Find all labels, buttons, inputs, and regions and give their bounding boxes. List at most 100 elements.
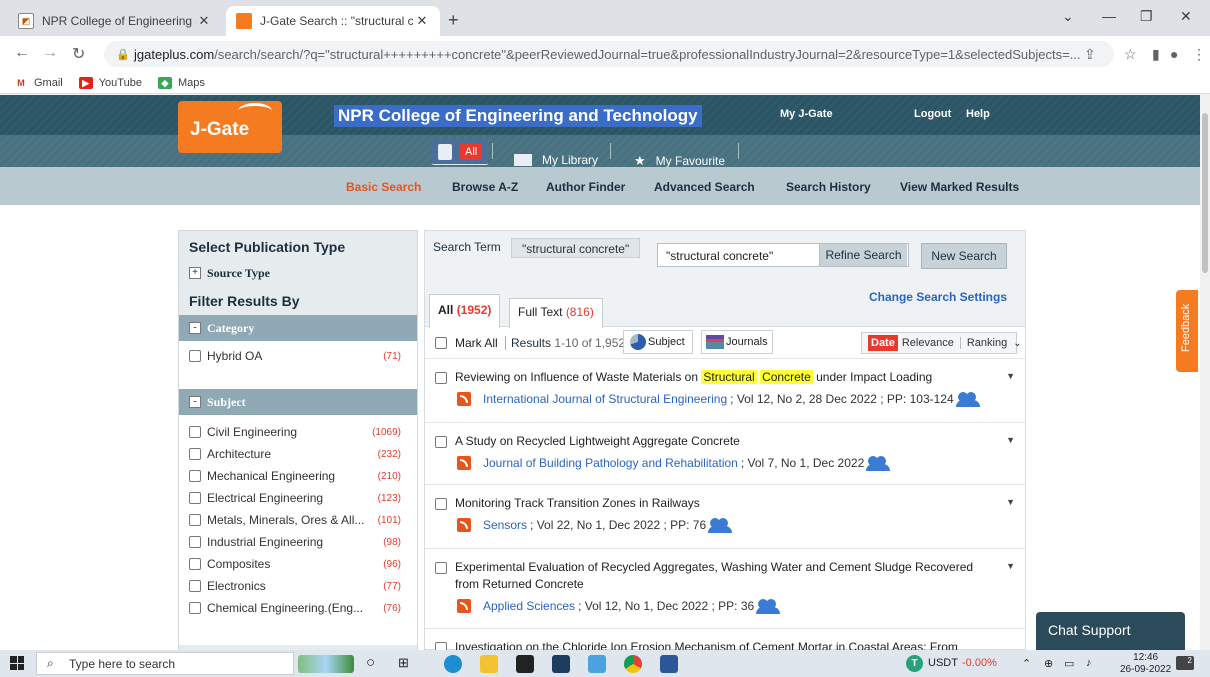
bookmark-star-icon[interactable]: ☆ — [1124, 46, 1137, 63]
store-icon[interactable] — [516, 655, 534, 673]
checkbox[interactable] — [189, 350, 201, 362]
rss-icon[interactable] — [457, 518, 471, 532]
expand-caret-icon[interactable]: ▼ — [1006, 497, 1015, 507]
browse-az-link[interactable]: Browse A-Z — [452, 180, 518, 194]
result-checkbox[interactable] — [435, 436, 447, 448]
authors-icon[interactable] — [955, 392, 980, 407]
result-checkbox[interactable] — [435, 562, 447, 574]
help-link[interactable]: Help — [966, 108, 990, 120]
bookmark-youtube[interactable]: ▶ YouTube — [78, 76, 142, 89]
share-icon[interactable]: ⇪ — [1084, 46, 1096, 63]
edge-icon[interactable] — [444, 655, 462, 673]
change-search-settings-link[interactable]: Change Search Settings — [869, 290, 1007, 304]
file-explorer-icon[interactable] — [480, 655, 498, 673]
checkbox[interactable] — [189, 492, 201, 504]
result-title[interactable]: Reviewing on Influence of Waste Material… — [455, 369, 932, 386]
advanced-search-link[interactable]: Advanced Search — [654, 180, 755, 194]
checkbox[interactable] — [189, 426, 201, 438]
expand-caret-icon[interactable]: ▼ — [1006, 435, 1015, 445]
menu-icon[interactable]: ⋮ — [1192, 46, 1206, 63]
result-title[interactable]: Experimental Evaluation of Recycled Aggr… — [455, 559, 995, 593]
word-icon[interactable] — [660, 655, 678, 673]
sort-selector[interactable]: Date Relevance Ranking ⌄ — [861, 332, 1022, 354]
view-marked-results-link[interactable]: View Marked Results — [900, 180, 1019, 194]
subject-item[interactable]: Metals, Minerals, Ores & All... (101) — [179, 509, 417, 531]
back-icon[interactable]: ← — [14, 44, 30, 62]
rss-icon[interactable] — [457, 456, 471, 470]
tray-chevron-icon[interactable]: ⌃ — [1022, 657, 1031, 670]
reload-icon[interactable]: ↻ — [72, 44, 85, 64]
checkbox[interactable] — [189, 470, 201, 482]
taskbar-clock[interactable]: 12:46 26-09-2022 — [1120, 652, 1171, 676]
checkbox[interactable] — [189, 580, 201, 592]
bookmark-gmail[interactable]: M Gmail — [14, 76, 63, 89]
forward-icon[interactable]: → — [42, 44, 58, 62]
basic-search-link[interactable]: Basic Search — [346, 180, 421, 194]
journals-chart-button[interactable]: Journals — [701, 330, 773, 354]
expand-caret-icon[interactable]: ▼ — [1006, 371, 1015, 381]
network-icon[interactable]: ⊕ — [1044, 657, 1053, 670]
notification-icon[interactable]: 2 — [1176, 656, 1194, 670]
result-checkbox[interactable] — [435, 372, 447, 384]
jgate-logo[interactable]: J-Gate — [178, 101, 282, 153]
subject-item[interactable]: Composites (96) — [179, 553, 417, 575]
volume-icon[interactable]: ♪ — [1086, 657, 1092, 669]
new-tab-button[interactable]: + — [448, 10, 459, 31]
checkbox[interactable] — [189, 602, 201, 614]
refine-search-button[interactable]: Refine Search — [819, 244, 907, 266]
subject-item[interactable]: Industrial Engineering (98) — [179, 531, 417, 553]
cortana-icon[interactable]: ○ — [366, 654, 384, 672]
mail-icon[interactable] — [552, 655, 570, 673]
rss-icon[interactable] — [457, 599, 471, 613]
tab-full-text[interactable]: Full Text (816) — [509, 298, 603, 328]
subject-toggle[interactable]: - Subject — [179, 389, 417, 415]
scrollbar-thumb[interactable] — [1202, 113, 1208, 273]
expand-caret-icon[interactable]: ▼ — [1006, 561, 1015, 571]
chevron-down-icon[interactable]: ⌄ — [1013, 338, 1021, 349]
mark-all-checkbox[interactable] — [435, 337, 447, 349]
feedback-tab[interactable]: Feedback — [1176, 290, 1198, 372]
new-search-button[interactable]: New Search — [921, 243, 1007, 269]
my-jgate-link[interactable]: My J-Gate — [780, 108, 833, 120]
close-tab-icon[interactable]: ✕ — [414, 13, 430, 29]
authors-icon[interactable] — [756, 599, 781, 614]
source-type-toggle[interactable]: + Source Type — [179, 259, 417, 283]
browser-tab-jgate[interactable]: J-Gate Search :: "structural concr ✕ — [226, 6, 440, 36]
bookmark-maps[interactable]: ◆ Maps — [157, 76, 205, 89]
sort-relevance-option[interactable]: Relevance — [902, 337, 961, 349]
profile-icon[interactable]: ● — [1170, 46, 1178, 62]
url-field[interactable]: 🔒 jgateplus.com /search/search/?q="struc… — [104, 41, 1114, 67]
result-title[interactable]: Monitoring Track Transition Zones in Rai… — [455, 495, 700, 512]
journal-link[interactable]: Journal of Building Pathology and Rehabi… — [483, 456, 738, 470]
authors-icon[interactable] — [866, 456, 891, 471]
result-checkbox[interactable] — [435, 642, 447, 650]
subject-item[interactable]: Mechanical Engineering (210) — [179, 465, 417, 487]
browser-tab-npr[interactable]: ◩ NPR College of Engineering & Te ✕ — [8, 6, 222, 36]
checkbox[interactable] — [189, 514, 201, 526]
checkbox[interactable] — [189, 558, 201, 570]
subject-item[interactable]: Chemical Engineering.(Eng... (76) — [179, 597, 417, 619]
chrome-icon[interactable] — [624, 655, 642, 673]
restore-button[interactable]: ❐ — [1140, 8, 1153, 25]
taskbar-search-box[interactable]: ⌕ Type here to search — [36, 652, 294, 675]
chat-support-button[interactable]: Chat Support — [1036, 612, 1185, 650]
author-finder-link[interactable]: Author Finder — [546, 180, 625, 194]
side-panel-icon[interactable]: ▮ — [1152, 46, 1160, 63]
task-view-icon[interactable]: ⊞ — [398, 655, 416, 673]
result-title[interactable]: Investigation on the Chloride Ion Erosio… — [455, 639, 958, 650]
search-history-link[interactable]: Search History — [786, 180, 871, 194]
journal-link[interactable]: Sensors — [483, 518, 527, 532]
nav-all[interactable]: All — [432, 139, 489, 165]
sort-date-option[interactable]: Date — [868, 335, 898, 351]
category-item[interactable]: Hybrid OA (71) — [179, 345, 417, 367]
category-toggle[interactable]: - Category — [179, 315, 417, 341]
subject-item[interactable]: Electronics (77) — [179, 575, 417, 597]
close-tab-icon[interactable]: ✕ — [196, 13, 212, 29]
usdt-icon[interactable]: T — [906, 655, 923, 672]
rss-icon[interactable] — [457, 392, 471, 406]
checkbox[interactable] — [189, 536, 201, 548]
journal-link[interactable]: International Journal of Structural Engi… — [483, 392, 727, 406]
checkbox[interactable] — [189, 448, 201, 460]
logout-link[interactable]: Logout — [914, 108, 951, 120]
battery-icon[interactable]: ▭ — [1064, 657, 1074, 670]
